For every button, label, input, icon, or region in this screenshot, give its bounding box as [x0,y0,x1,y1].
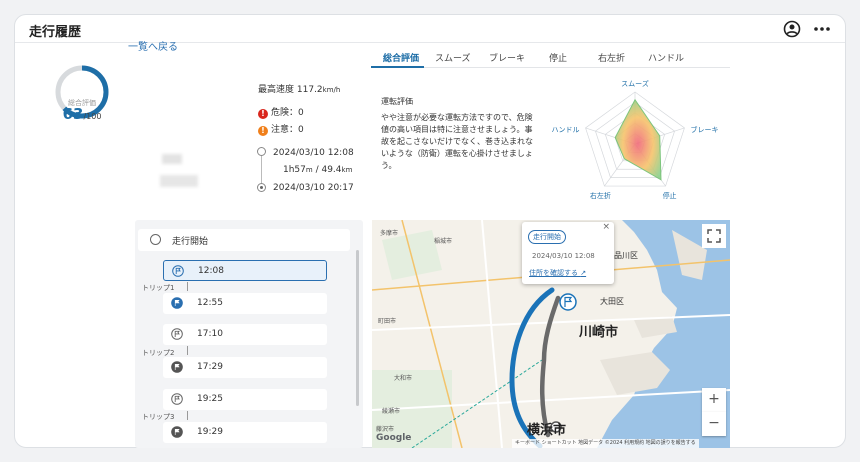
tab-turn[interactable]: 右左折 [598,51,625,64]
radar-axis-label: 停止 [663,191,677,200]
popup-time: 2024/03/10 12:08 [532,252,595,260]
map-label: 大和市 [394,375,413,382]
tab-underline [371,66,424,68]
trip-label: トリップ1 [142,284,175,292]
back-to-list-link[interactable]: 一覧へ戻る [128,38,178,53]
radar-chart: スムーズ ブレーキ 停止 右左折 ハンドル [552,79,719,200]
map-label: 藤沢市 [376,426,395,433]
radar-axis-label: スムーズ [621,79,649,88]
fullscreen-button[interactable] [702,224,726,248]
more-icon[interactable] [813,20,831,38]
trip-label: トリップ3 [142,413,175,421]
external-link-icon: ↗ [580,269,587,277]
trip-time-card[interactable]: 19:25 [163,389,327,410]
trip-list-scrollbar[interactable] [356,250,359,406]
tab-stop[interactable]: 停止 [549,51,567,64]
tab-steering[interactable]: ハンドル [648,51,684,64]
tab-brake[interactable]: ブレーキ [489,51,525,64]
zoom-out-button[interactable]: − [702,412,726,436]
popup-badge: 走行開始 [528,230,566,244]
trip-tick [187,346,188,355]
max-speed: 最高速度 117.2km/h [258,85,341,95]
zoom-in-button[interactable]: + [702,388,726,412]
evaluation-text: やや注意が必要な運転方法ですので、危険値の高い項目は特に注意させましょう。事故を… [381,113,533,170]
road [481,220,503,448]
evaluation-tabs: 総合評価 スムーズ ブレーキ 停止 右左折 ハンドル [371,44,730,68]
popup-close-button[interactable]: × [602,222,610,232]
trip-start-row[interactable]: 走行開始 [138,229,350,251]
trip-time-card[interactable]: 17:10 [163,324,327,345]
city-label: 横浜市 [527,423,567,438]
start-time: 2024/03/10 12:08 [273,148,354,158]
map-label: 多摩市 [380,230,399,237]
city-label: 川崎市 [579,325,619,340]
route-gray [539,295,561,438]
duration-distance: 1h57m / 49.4km [283,165,353,175]
blurred-info [162,154,182,164]
trip-tick [187,411,188,420]
radar-axis-label: ブレーキ [690,125,718,134]
caution-count: ! 注意：0 [258,122,304,136]
check-address-link[interactable]: 住所を確認する ↗ [529,268,586,278]
map-label: 稲城市 [434,238,453,245]
map-attribution[interactable]: キーボード ショートカット 地図データ ©2024 利用規約 地図の誤りを報告す… [512,439,699,448]
end-flag-icon [171,361,183,373]
ward-label: 大田区 [600,297,624,306]
map-label: 綾瀬市 [382,408,401,415]
trip-time-card[interactable]: 12:55 [163,293,327,314]
google-logo: Google [376,433,412,443]
timeline-start-dot [257,147,266,156]
timeline-end-dot [257,183,266,192]
trip-time-card[interactable]: 19:29 [163,422,327,443]
end-time: 2024/03/10 20:17 [273,183,354,193]
radar-axis-label: ハンドル [552,126,580,134]
tab-smooth[interactable]: スムーズ [435,51,471,64]
gauge-score: 63/100 [62,105,102,123]
trip-time-card[interactable]: 12:08 [163,260,327,281]
page-title: 走行履歴 [29,25,82,40]
timeline-line [261,154,262,185]
trip-time-card[interactable]: 17:29 [163,357,327,378]
park-area [382,230,442,280]
end-flag-icon [171,297,183,309]
radar-axis-label: 右左折 [590,191,611,200]
tab-overall[interactable]: 総合評価 [383,51,419,64]
caution-icon: ! [258,126,268,136]
fullscreen-icon [707,229,721,243]
danger-count: ! 危険：0 [258,105,304,119]
start-flag-icon [171,393,183,405]
start-circle-icon [150,234,161,245]
trip-tick [187,282,188,291]
evaluation-title: 運転評価 [381,97,413,106]
route-map[interactable]: 多摩市 稲城市 町田市 大和市 藤沢市 綾瀬市 大田区 品川区 川崎市 横浜市 … [372,220,730,448]
start-flag-icon [172,265,184,277]
ward-label: 品川区 [614,251,638,260]
trip-list: 走行開始 12:08 トリップ1 12:55 17:10 トリップ2 17:29… [135,220,363,448]
account-icon[interactable] [783,20,801,38]
end-flag-icon [171,426,183,438]
blurred-info [160,175,198,187]
map-label: 町田市 [378,318,397,325]
map-popup: 走行開始 × 2024/03/10 12:08 住所を確認する ↗ [522,222,614,284]
start-flag-icon [171,328,183,340]
danger-icon: ! [258,109,268,119]
